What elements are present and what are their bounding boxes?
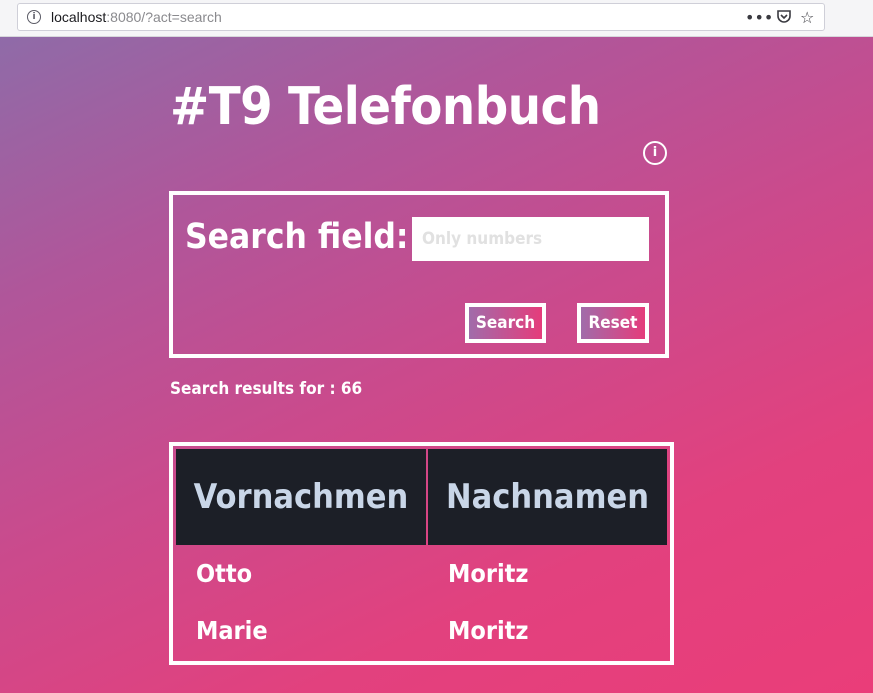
- site-info-icon[interactable]: i: [27, 10, 41, 24]
- table-cell: Moritz: [448, 616, 529, 645]
- browser-toolbar: i localhost:8080/?act=search ••• ☆: [0, 0, 873, 37]
- reset-button[interactable]: Reset: [577, 303, 649, 343]
- table-cell: Marie: [196, 616, 268, 645]
- page-body: #T9 Telefonbuch i Search field: Search R…: [0, 37, 873, 693]
- address-bar[interactable]: i localhost:8080/?act=search ••• ☆: [17, 3, 825, 31]
- more-dots-icon[interactable]: •••: [745, 8, 773, 27]
- info-icon[interactable]: i: [643, 141, 667, 165]
- url-text[interactable]: localhost:8080/?act=search: [51, 9, 222, 25]
- table-cell: Otto: [196, 559, 253, 588]
- column-header-vornachmen: Vornachmen: [176, 449, 426, 545]
- pocket-icon[interactable]: [776, 8, 792, 28]
- search-input[interactable]: [412, 217, 649, 261]
- search-panel: Search field: Search Reset: [169, 191, 669, 358]
- search-button[interactable]: Search: [465, 303, 546, 343]
- column-header-nachnamen: Nachnamen: [428, 449, 667, 545]
- page-title: #T9 Telefonbuch: [170, 77, 601, 137]
- search-field-label: Search field:: [185, 217, 409, 257]
- results-table: Vornachmen Nachnamen Otto Moritz Marie M…: [169, 442, 674, 665]
- table-cell: Moritz: [448, 559, 529, 588]
- search-results-label: Search results for : 66: [170, 379, 363, 399]
- bookmark-star-icon[interactable]: ☆: [800, 8, 814, 27]
